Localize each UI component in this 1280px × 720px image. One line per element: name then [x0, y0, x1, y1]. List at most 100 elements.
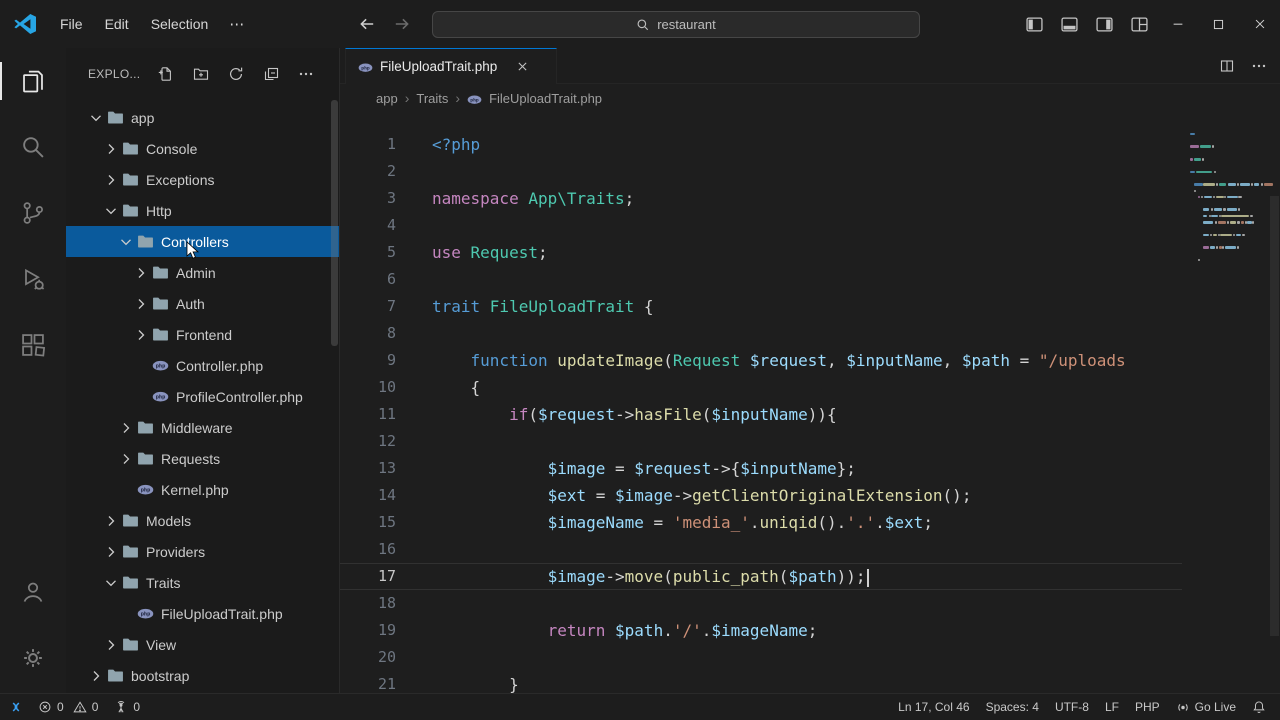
tree-item-label: bootstrap: [131, 667, 190, 684]
search-icon[interactable]: [0, 114, 66, 180]
tree-item-bootstrap[interactable]: bootstrap: [66, 660, 339, 691]
code-line-14[interactable]: 14 $ext = $image->getClientOriginalExten…: [340, 482, 1182, 509]
code-line-12[interactable]: 12: [340, 428, 1182, 455]
menu-overflow-button[interactable]: ⋯: [219, 10, 255, 38]
code-line-5[interactable]: 5 use Request;: [340, 239, 1182, 266]
split-editor-icon[interactable]: [1212, 51, 1242, 81]
tree-item-label: app: [131, 109, 155, 126]
notifications-bell[interactable]: [1244, 694, 1274, 720]
command-center-search[interactable]: restaurant: [432, 11, 920, 38]
language-mode[interactable]: PHP: [1127, 694, 1168, 720]
line-content: if($request->hasFile($inputName)){: [509, 405, 837, 424]
menu-bar: File Edit Selection: [49, 11, 219, 37]
code-line-2[interactable]: 2: [340, 158, 1182, 185]
tree-item-providers[interactable]: Providers: [66, 536, 339, 567]
tree-item-admin[interactable]: Admin: [66, 257, 339, 288]
back-arrow-icon[interactable]: [356, 13, 378, 35]
line-content: $imageName = 'media_'.uniqid().'.'.$ext;: [547, 513, 933, 532]
code-line-4[interactable]: 4: [340, 212, 1182, 239]
refresh-icon[interactable]: [222, 61, 250, 87]
encoding[interactable]: UTF-8: [1047, 694, 1097, 720]
sidebar-scrollbar[interactable]: [331, 100, 338, 346]
cursor-position[interactable]: Ln 17, Col 46: [890, 694, 977, 720]
tree-item-frontend[interactable]: Frontend: [66, 319, 339, 350]
menu-edit[interactable]: Edit: [94, 11, 140, 37]
file-tree: app Console Exceptions Http Controllers Admin…: [66, 102, 339, 691]
tree-item-http[interactable]: Http: [66, 195, 339, 226]
accounts-icon[interactable]: [0, 559, 66, 625]
code-line-9[interactable]: 9 function updateImage(Request $request,…: [340, 347, 1182, 374]
run-debug-icon[interactable]: [0, 246, 66, 312]
chevron-right-icon: [103, 544, 119, 560]
menu-file[interactable]: File: [49, 11, 94, 37]
code-line-11[interactable]: 11 if($request->hasFile($inputName)){: [340, 401, 1182, 428]
tree-item-fileuploadtrait-php[interactable]: php FileUploadTrait.php: [66, 598, 339, 629]
breadcrumb-item[interactable]: Traits: [416, 91, 448, 106]
tree-item-kernel-php[interactable]: php Kernel.php: [66, 474, 339, 505]
source-control-icon[interactable]: [0, 180, 66, 246]
code-line-15[interactable]: 15 $imageName = 'media_'.uniqid().'.'.$e…: [340, 509, 1182, 536]
toggle-panel-icon[interactable]: [1052, 0, 1087, 48]
code-line-7[interactable]: 7 trait FileUploadTrait {: [340, 293, 1182, 320]
problems-indicator[interactable]: 0 0: [30, 694, 106, 720]
minimap[interactable]: [1190, 131, 1274, 263]
tree-item-middleware[interactable]: Middleware: [66, 412, 339, 443]
tree-item-requests[interactable]: Requests: [66, 443, 339, 474]
tree-item-models[interactable]: Models: [66, 505, 339, 536]
more-actions-icon[interactable]: [292, 61, 320, 87]
indentation[interactable]: Spaces: 4: [978, 694, 1047, 720]
settings-gear-icon[interactable]: [0, 625, 66, 691]
menu-selection[interactable]: Selection: [140, 11, 220, 37]
customize-layout-icon[interactable]: [1122, 0, 1157, 48]
toggle-secondary-sidebar-icon[interactable]: [1087, 0, 1122, 48]
code-line-13[interactable]: 13 $image = $request->{$inputName};: [340, 455, 1182, 482]
extensions-icon[interactable]: [0, 312, 66, 378]
tree-item-profilecontroller-php[interactable]: php ProfileController.php: [66, 381, 339, 412]
tree-item-exceptions[interactable]: Exceptions: [66, 164, 339, 195]
code-area[interactable]: 1 <?php 2 3 namespace App\Traits; 4 5 use Reque…: [340, 112, 1280, 693]
new-folder-icon[interactable]: [187, 61, 215, 87]
tree-item-label: Admin: [176, 264, 216, 281]
editor-scrollbar[interactable]: [1270, 196, 1279, 636]
collapse-folders-icon[interactable]: [257, 61, 285, 87]
tab-fileuploadtrait[interactable]: php FileUploadTrait.php: [345, 48, 557, 84]
code-line-16[interactable]: 16: [340, 536, 1182, 563]
maximize-icon[interactable]: [1198, 0, 1239, 48]
new-file-icon[interactable]: [152, 61, 180, 87]
code-line-6[interactable]: 6: [340, 266, 1182, 293]
breadcrumb-item[interactable]: FileUploadTrait.php: [489, 91, 602, 106]
tree-item-console[interactable]: Console: [66, 133, 339, 164]
line-number: 8: [386, 324, 396, 342]
line-number: 17: [377, 567, 396, 585]
code-line-1[interactable]: 1 <?php: [340, 131, 1182, 158]
close-window-icon[interactable]: [1239, 0, 1280, 48]
breadcrumb-item[interactable]: app: [376, 91, 398, 106]
php-file-icon: php: [467, 91, 482, 106]
explorer-icon[interactable]: [0, 48, 66, 114]
remote-indicator[interactable]: [0, 694, 30, 720]
toggle-sidebar-icon[interactable]: [1017, 0, 1052, 48]
code-line-8[interactable]: 8: [340, 320, 1182, 347]
ports-indicator[interactable]: 0: [106, 694, 148, 720]
tree-item-auth[interactable]: Auth: [66, 288, 339, 319]
more-editor-actions-icon[interactable]: [1244, 51, 1274, 81]
code-line-19[interactable]: 19 return $path.'/'.$imageName;: [340, 617, 1182, 644]
minimize-icon[interactable]: [1157, 0, 1198, 48]
tab-bar: php FileUploadTrait.php: [340, 48, 1280, 84]
tree-item-app[interactable]: app: [66, 102, 339, 133]
go-live-button[interactable]: Go Live: [1168, 694, 1244, 720]
code-line-17[interactable]: 17 $image->move(public_path($path));: [340, 563, 1182, 590]
folder-icon: [107, 667, 124, 684]
code-line-20[interactable]: 20: [340, 644, 1182, 671]
forward-arrow-icon[interactable]: [391, 13, 413, 35]
tree-item-traits[interactable]: Traits: [66, 567, 339, 598]
tree-item-view[interactable]: View: [66, 629, 339, 660]
code-line-21[interactable]: 21 }: [340, 671, 1182, 693]
tree-item-controllers[interactable]: Controllers: [66, 226, 339, 257]
tree-item-controller-php[interactable]: php Controller.php: [66, 350, 339, 381]
code-line-3[interactable]: 3 namespace App\Traits;: [340, 185, 1182, 212]
close-tab-icon[interactable]: [516, 60, 529, 73]
code-line-18[interactable]: 18: [340, 590, 1182, 617]
code-line-10[interactable]: 10 {: [340, 374, 1182, 401]
eol-selector[interactable]: LF: [1097, 694, 1127, 720]
